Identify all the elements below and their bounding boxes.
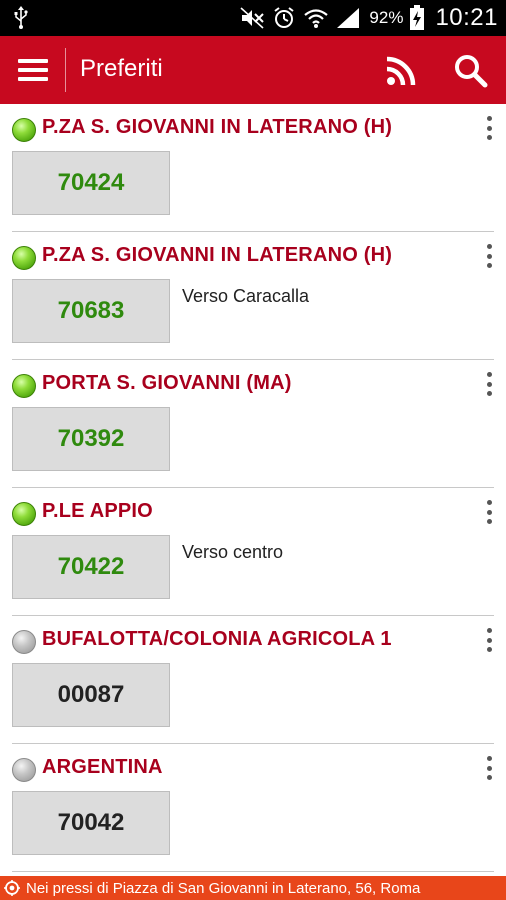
overflow-menu-icon[interactable] (480, 242, 498, 270)
favorite-item[interactable]: ARGENTINA 70042 (0, 744, 506, 872)
signal-icon (337, 8, 360, 28)
overflow-menu-icon[interactable] (480, 626, 498, 654)
location-pin-icon (4, 880, 20, 896)
stop-code-button[interactable]: 70392 (12, 407, 170, 471)
stop-name: P.LE APPIO (42, 500, 153, 522)
stop-code-button[interactable]: 00087 (12, 663, 170, 727)
action-bar: Preferiti (0, 36, 506, 104)
status-indicator-icon (12, 758, 36, 782)
usb-icon (14, 6, 28, 29)
stop-name: PORTA S. GIOVANNI (MA) (42, 372, 292, 394)
favorite-item[interactable]: P.ZA S. GIOVANNI IN LATERANO (H) 70424 (0, 104, 506, 232)
battery-percent: 92% (369, 8, 404, 27)
location-bar[interactable]: Nei pressi di Piazza di San Giovanni in … (0, 876, 506, 900)
status-indicator-icon (12, 374, 36, 398)
alarm-icon (274, 7, 295, 28)
menu-button[interactable] (10, 46, 56, 94)
search-icon (455, 55, 488, 88)
clock: 10:21 (435, 4, 498, 31)
action-bar-divider (65, 48, 66, 92)
favorite-item[interactable]: P.LE APPIO 70422 Verso centro (0, 488, 506, 616)
battery-charging-icon (410, 5, 425, 30)
favorite-item[interactable]: BUFALOTTA/COLONIA AGRICOLA 1 00087 (0, 616, 506, 744)
stop-code-button[interactable]: 70042 (12, 791, 170, 855)
status-bar: 92% 10:21 (0, 0, 506, 36)
stop-direction: Verso centro (182, 542, 284, 562)
overflow-menu-icon[interactable] (480, 498, 498, 526)
favorite-item[interactable]: PORTA S. GIOVANNI (MA) 70392 (0, 360, 506, 488)
stop-code-button[interactable]: 70424 (12, 151, 170, 215)
menu-icon (18, 59, 48, 81)
status-indicator-icon (12, 502, 36, 526)
stop-code-button[interactable]: 70683 (12, 279, 170, 343)
mute-icon (240, 7, 265, 29)
stop-name: P.ZA S. GIOVANNI IN LATERANO (H) (42, 244, 393, 266)
stop-code-button[interactable]: 70422 (12, 535, 170, 599)
stop-name: BUFALOTTA/COLONIA AGRICOLA 1 (42, 628, 392, 650)
current-location-text: Nei pressi di Piazza di San Giovanni in … (26, 879, 421, 897)
stop-name: ARGENTINA (42, 756, 163, 778)
status-indicator-icon (12, 246, 36, 270)
rss-icon (386, 56, 416, 86)
status-indicator-icon (12, 118, 36, 142)
rss-button[interactable] (378, 48, 424, 94)
stop-direction: Verso Caracalla (182, 286, 310, 306)
divider (12, 871, 494, 872)
status-indicator-icon (12, 630, 36, 654)
wifi-icon (304, 9, 329, 28)
favorites-list[interactable]: P.ZA S. GIOVANNI IN LATERANO (H) 70424 P… (0, 104, 506, 876)
search-button[interactable] (448, 48, 494, 94)
page-title: Preferiti (80, 55, 163, 82)
favorite-item[interactable]: P.ZA S. GIOVANNI IN LATERANO (H) 70683 V… (0, 232, 506, 360)
stop-name: P.ZA S. GIOVANNI IN LATERANO (H) (42, 116, 393, 138)
overflow-menu-icon[interactable] (480, 370, 498, 398)
overflow-menu-icon[interactable] (480, 114, 498, 142)
overflow-menu-icon[interactable] (480, 754, 498, 782)
